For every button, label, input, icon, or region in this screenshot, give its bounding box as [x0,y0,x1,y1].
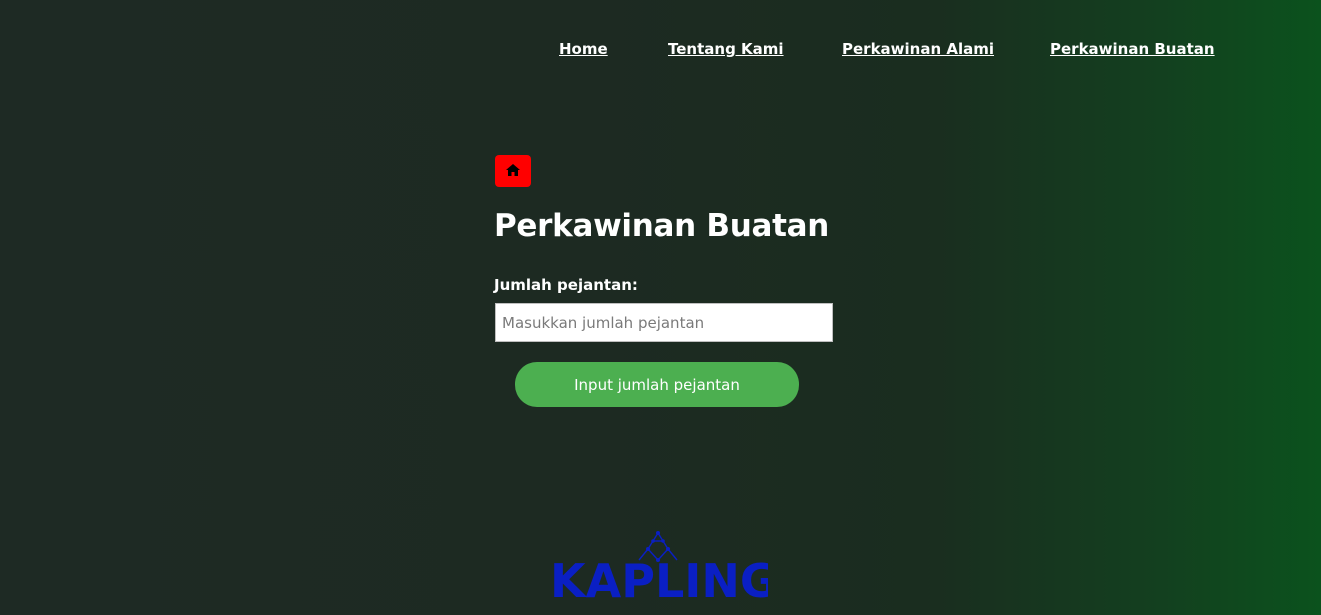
nav-link-home[interactable]: Home [559,40,608,58]
jumlah-pejantan-input[interactable] [495,303,833,342]
nav-link-perkawinan-buatan[interactable]: Perkawinan Buatan [1050,40,1215,58]
page-title: Perkawinan Buatan [494,208,830,244]
nav-link-perkawinan-alami[interactable]: Perkawinan Alami [842,40,994,58]
nav-link-tentang-kami[interactable]: Tentang Kami [668,40,784,58]
home-icon [506,164,520,176]
logo-text: KAPLING [550,554,768,608]
kapling-logo: KAPLING [548,528,768,615]
input-jumlah-pejantan-button[interactable]: Input jumlah pejantan [515,362,799,407]
jumlah-pejantan-label: Jumlah pejantan: [494,276,638,294]
home-button[interactable] [495,155,531,187]
main-nav: Home Tentang Kami Perkawinan Alami Perka… [0,40,1321,64]
